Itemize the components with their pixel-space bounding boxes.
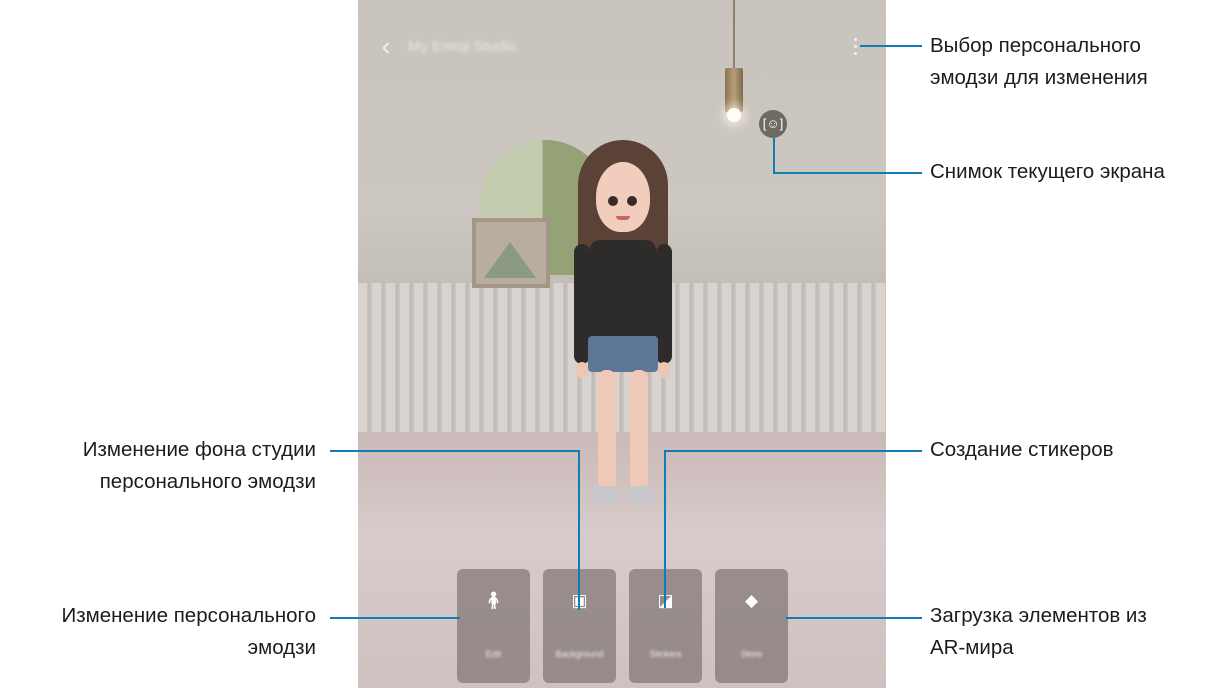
callout-stickers: Создание стикеров [930,438,1114,461]
store-tile-button[interactable]: ◆ Store [715,569,788,683]
callout-download: Загрузка элементов из AR-мира [930,604,1147,659]
pendant-lamp [725,68,743,112]
bag-icon: ◆ [744,591,759,610]
callout-line-download [786,617,922,619]
framed-picture [472,218,550,288]
background-tile-label: Background [555,649,604,659]
lamp-cord [733,0,735,70]
callout-background: Изменение фона студии персонального эмод… [82,438,316,493]
callout-line-background-v [578,450,580,610]
callout-line-screenshot-h [773,172,922,174]
person-icon: 🧍︎ [482,591,505,610]
back-arrow-icon[interactable]: ‹ [374,32,398,60]
emoji-studio-screen: ‹ My Emoji Studio [☺] 🧍︎ Edit ▣ Backgrou… [358,0,886,688]
stickers-tile-label: Stickers [649,649,682,659]
callout-select-emoji: Выбор персонального эмодзи для изменения [930,34,1148,89]
studio-title: My Emoji Studio [408,38,517,55]
callout-line-stickers-v [664,450,666,608]
edit-tile-button[interactable]: 🧍︎ Edit [457,569,530,683]
callout-line-screenshot-v [773,138,775,174]
callout-line-edit [330,617,460,619]
capture-button[interactable]: [☺] [759,110,787,138]
callout-edit-emoji: Изменение персонального эмодзи [61,604,316,659]
callout-line-stickers-h [664,450,922,452]
store-tile-label: Store [740,649,763,659]
callout-screenshot: Снимок текущего экрана [930,160,1165,183]
callout-line-select [860,45,922,47]
callout-line-background-h [330,450,579,452]
more-options-icon[interactable] [852,38,860,56]
edit-tile-label: Edit [485,649,502,659]
lamp-bulb [727,108,741,122]
